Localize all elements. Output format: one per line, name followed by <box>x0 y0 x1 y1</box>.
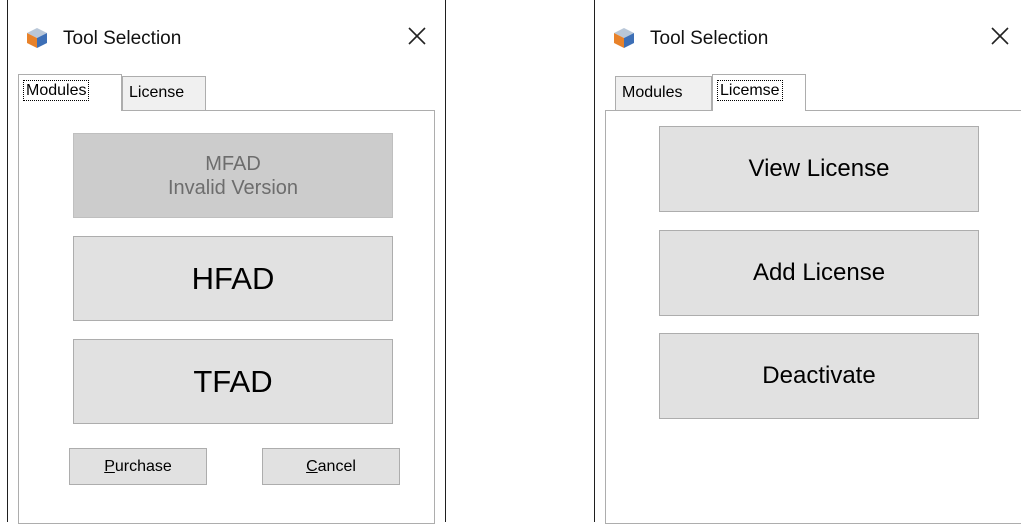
add-license-label: Add License <box>752 259 886 286</box>
purchase-accelerator: P <box>104 457 115 475</box>
purchase-button[interactable]: Purchase <box>69 448 207 485</box>
tab-modules-label: Modules <box>622 84 683 101</box>
tab-strip: Modules License <box>18 74 435 111</box>
window-title: Tool Selection <box>63 28 182 49</box>
cancel-button[interactable]: Cancel <box>262 448 400 485</box>
mfad-label: MFAD <box>205 152 261 175</box>
title-bar[interactable]: Tool Selection <box>8 0 445 80</box>
hfad-button[interactable]: HFAD <box>73 236 393 321</box>
tab-license-label: Licemse <box>717 80 783 101</box>
tfad-button[interactable]: TFAD <box>73 339 393 424</box>
deactivate-button[interactable]: Deactivate <box>659 333 979 419</box>
tab-license[interactable]: License <box>122 76 206 110</box>
tab-modules[interactable]: Modules <box>615 76 712 110</box>
mfad-button[interactable]: MFAD Invalid Version <box>73 133 393 218</box>
tool-selection-window-modules: Tool Selection Modules License MFAD Inva… <box>7 0 446 524</box>
cancel-label: ancel <box>317 457 356 475</box>
cancel-accelerator: C <box>306 457 318 475</box>
add-license-button[interactable]: Add License <box>659 230 979 316</box>
view-license-label: View License <box>748 155 890 182</box>
license-panel: View License Add License Deactivate <box>605 110 1021 524</box>
tab-modules[interactable]: Modules <box>18 74 122 111</box>
purchase-label: urchase <box>114 457 172 475</box>
tab-license[interactable]: Licemse <box>712 74 806 111</box>
window-title: Tool Selection <box>650 28 769 49</box>
app-cube-icon <box>27 28 47 48</box>
tool-selection-window-license: Tool Selection Modules Licemse View Lice… <box>594 0 1021 524</box>
tab-strip: Modules Licemse <box>605 74 1021 111</box>
close-icon[interactable] <box>986 22 1014 50</box>
tfad-label: TFAD <box>193 363 273 399</box>
title-bar[interactable]: Tool Selection <box>595 0 1021 80</box>
mfad-status: Invalid Version <box>167 176 299 199</box>
close-icon[interactable] <box>403 22 431 50</box>
modules-panel: MFAD Invalid Version HFAD TFAD Purchase … <box>18 110 435 524</box>
tab-license-label: License <box>129 84 185 101</box>
hfad-label: HFAD <box>191 260 275 296</box>
tab-modules-label: Modules <box>22 80 90 101</box>
view-license-button[interactable]: View License <box>659 126 979 212</box>
app-cube-icon <box>614 28 634 48</box>
deactivate-label: Deactivate <box>762 362 876 389</box>
